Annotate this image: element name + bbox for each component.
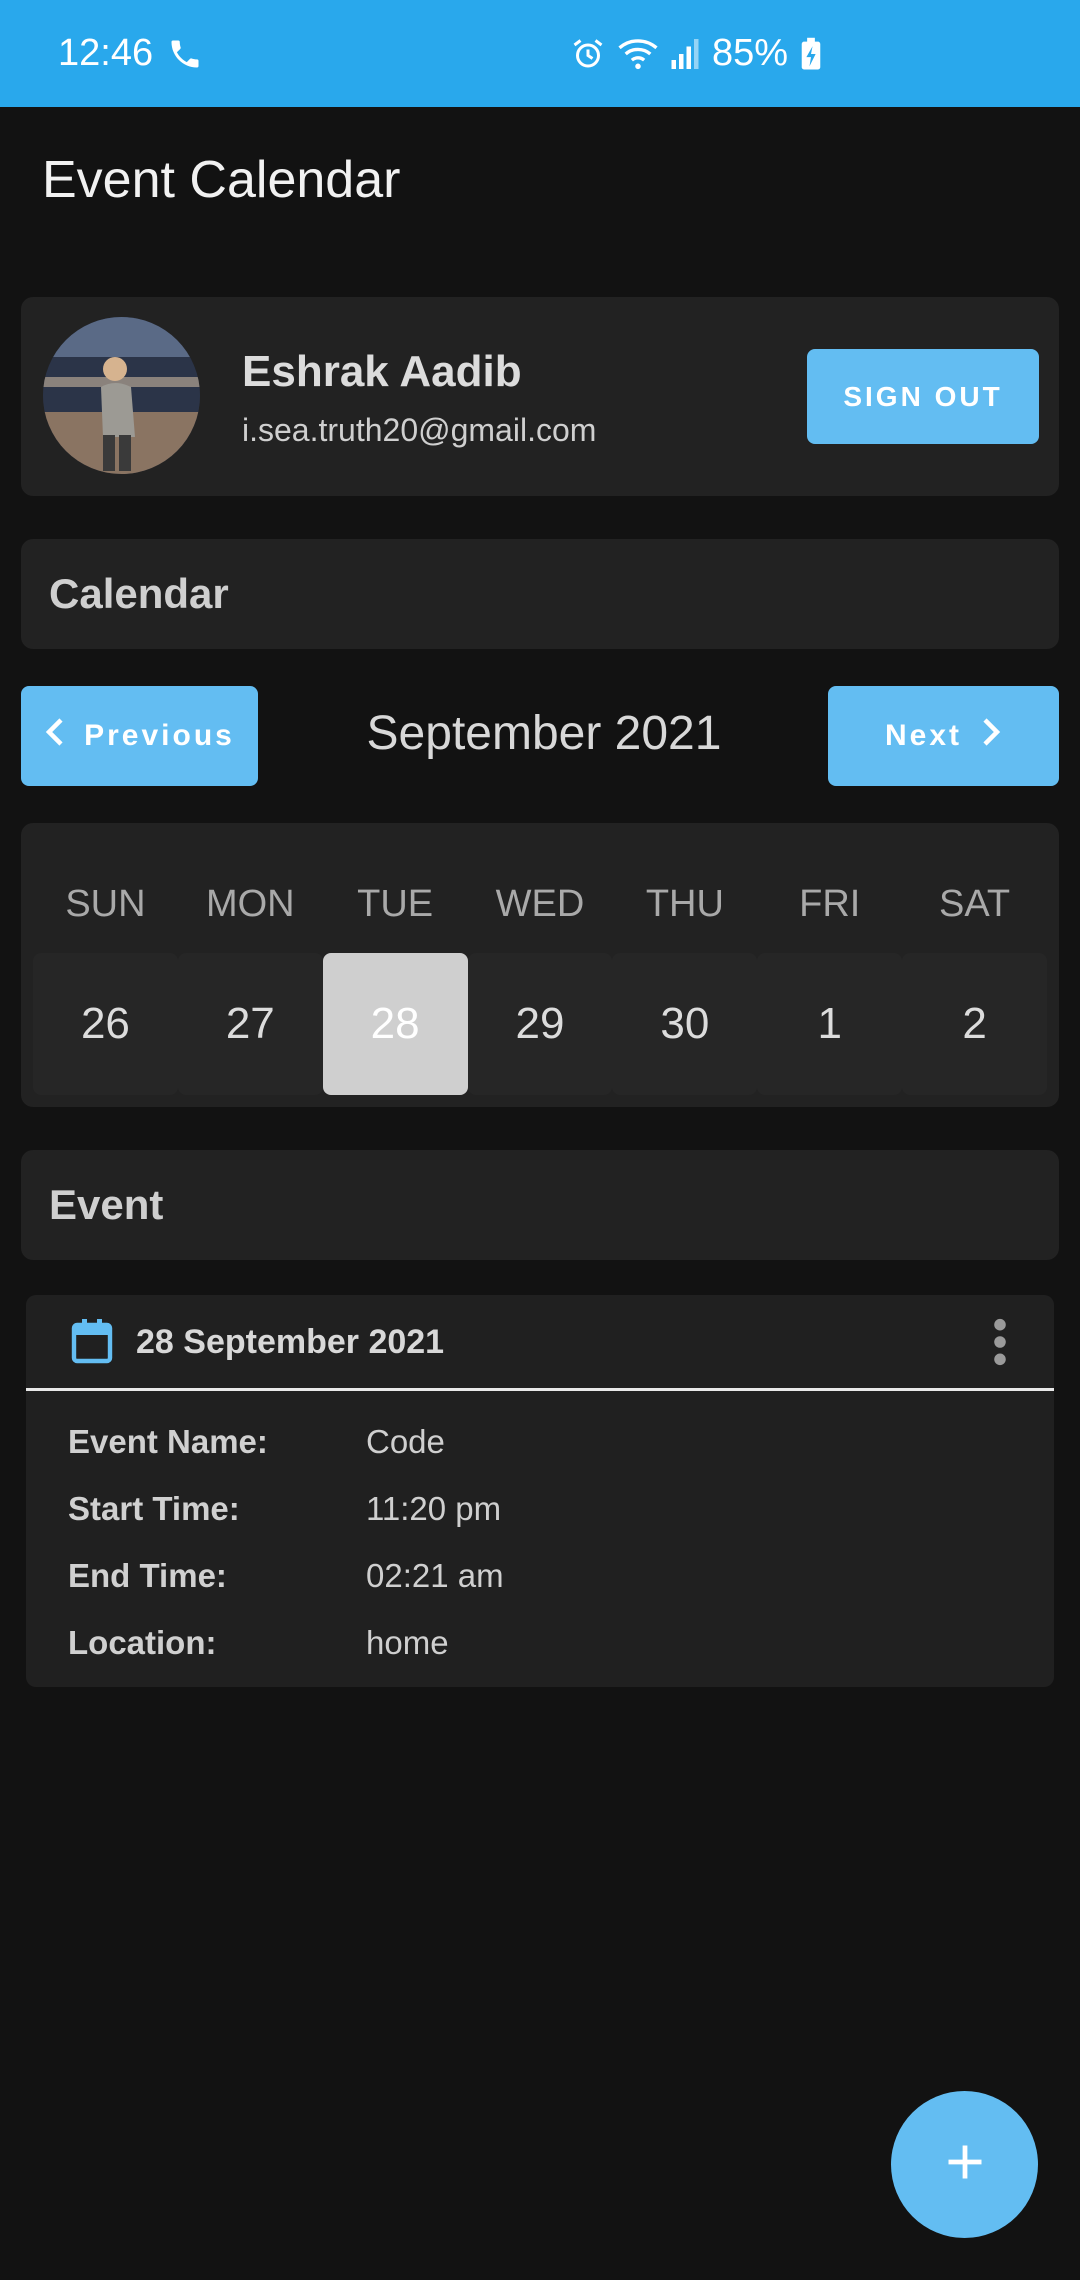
day-cell-selected[interactable]: 28 [322,953,468,1095]
event-field-label: Start Time: [68,1490,240,1527]
event-section-header: Event [21,1150,1059,1260]
day-cell[interactable]: 30 [612,953,758,1095]
dow-label: FRI [799,883,861,925]
add-icon [943,2140,987,2189]
day-cell[interactable]: 29 [467,953,613,1095]
dow-label: SAT [939,883,1011,925]
event-card-header: 28 September 2021 [26,1295,1054,1391]
day-cell[interactable]: 27 [177,953,323,1095]
day-cell[interactable]: 26 [33,953,178,1095]
dow-label: SUN [65,883,146,925]
status-time: 12:46 [58,32,154,74]
wifi-icon [618,36,658,72]
dow-label: MON [205,883,295,925]
chevron-right-icon [980,717,1002,755]
dow-label: TUE [357,883,434,925]
previous-label: Previous [84,719,235,752]
dow-label: THU [645,883,724,925]
chevron-left-icon [44,717,66,755]
calendar-icon [70,1317,114,1372]
day-cell[interactable]: 2 [902,953,1048,1095]
profile-email: i.sea.truth20@gmail.com [242,412,597,448]
status-bar: 12:46 85% [0,0,1080,107]
event-card[interactable]: 28 September 2021 Event Name: Code Start… [26,1295,1054,1687]
calendar-section-header: Calendar [21,539,1059,649]
event-field-value: home [366,1624,449,1661]
more-vert-icon[interactable] [988,1317,1012,1372]
profile-card: Eshrak Aadib i.sea.truth20@gmail.com SIG… [21,297,1059,496]
status-right: 85% [570,0,822,107]
event-field-label: Event Name: [68,1423,268,1460]
day-of-week-row: SUN MON TUE WED THU FRI SAT [33,883,1047,926]
battery-percent: 85% [712,32,789,74]
sign-out-button[interactable]: SIGN OUT [807,349,1039,444]
previous-month-button[interactable]: Previous [21,686,258,786]
event-date: 28 September 2021 [136,1323,445,1361]
next-month-button[interactable]: Next [828,686,1059,786]
add-event-fab[interactable] [891,2091,1038,2238]
days-row: 26 27 28 29 30 1 2 [33,953,1048,1095]
day-cell[interactable]: 1 [757,953,903,1095]
profile-name: Eshrak Aadib [242,347,522,396]
battery-icon [800,37,822,71]
month-label: September 2021 [366,707,722,760]
status-left: 12:46 [58,0,203,107]
week-grid: SUN MON TUE WED THU FRI SAT 26 27 28 29 … [21,823,1059,1107]
event-field-label: End Time: [68,1557,227,1594]
phone-icon [167,36,203,72]
alarm-icon [570,36,606,72]
dow-label: WED [495,883,585,925]
event-field-label: Location: [68,1624,217,1661]
event-field-value: 11:20 pm [366,1490,502,1527]
event-field-value: 02:21 am [366,1557,504,1594]
signal-icon [670,37,700,71]
app-title: Event Calendar [42,151,401,209]
avatar [43,317,200,474]
next-label: Next [884,719,963,752]
event-field-value: Code [366,1423,445,1460]
